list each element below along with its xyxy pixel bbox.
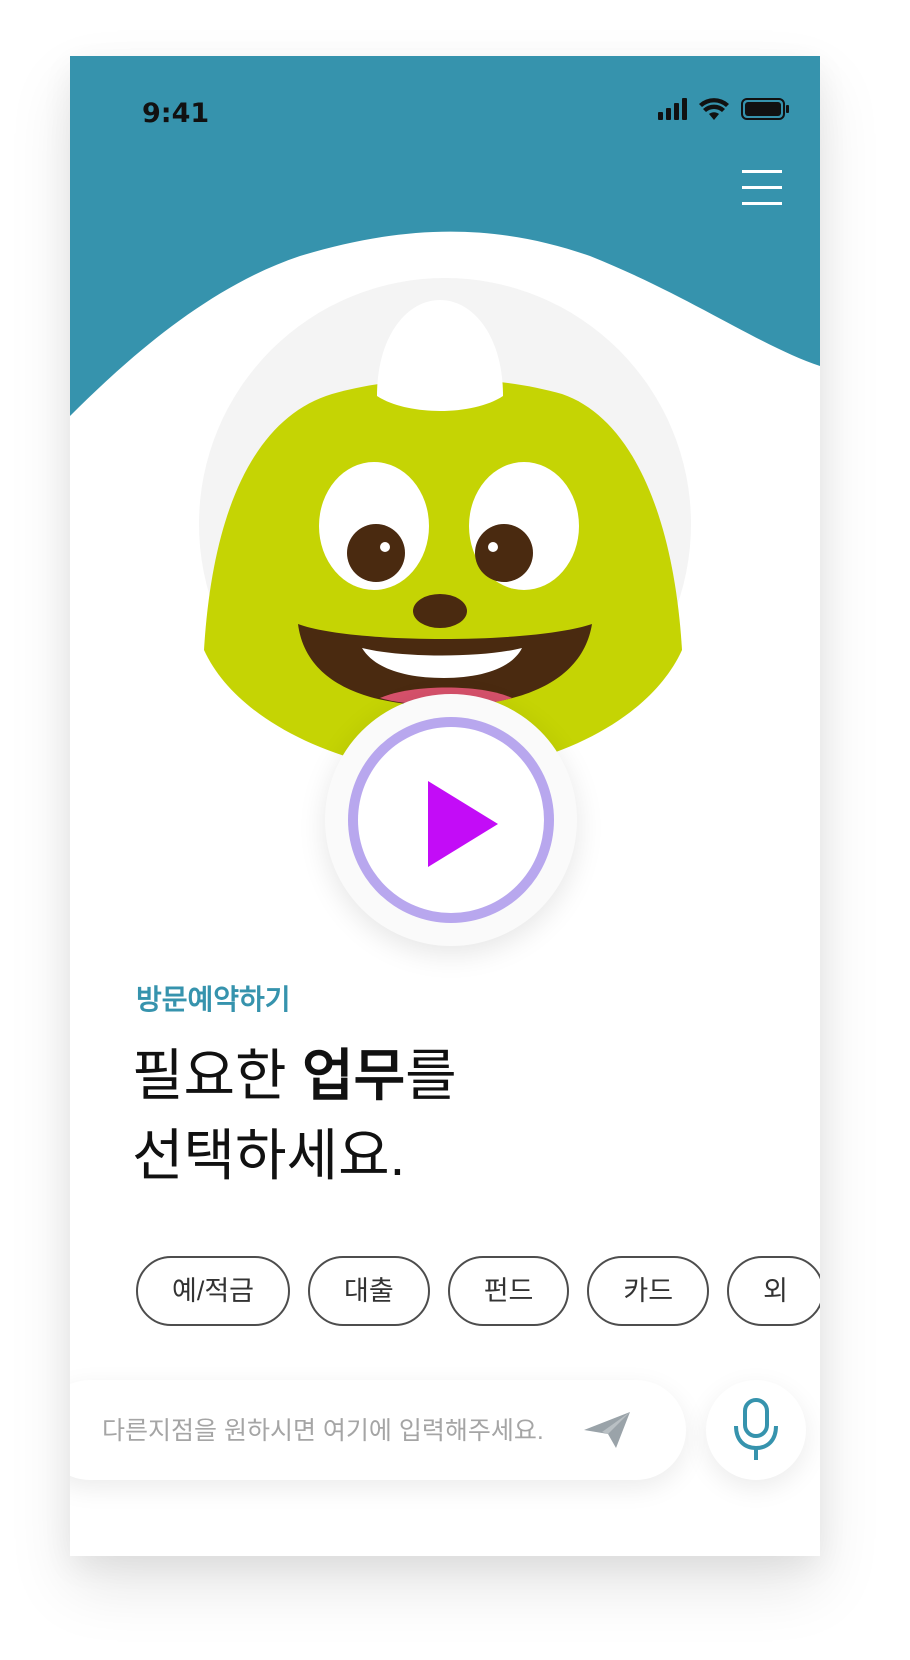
page-title: 필요한 업무를 선택하세요. [132,1036,457,1196]
status-icons [658,98,789,120]
send-icon[interactable] [582,1408,634,1452]
headline-part-2: 를 [405,1044,457,1107]
headline-bold: 업무 [302,1044,406,1107]
chip-foreign[interactable]: 외 [727,1256,820,1326]
branch-search-input[interactable] [100,1408,574,1454]
headline-part-1: 필요한 [132,1044,303,1107]
chip-deposit[interactable]: 예/적금 [136,1256,291,1326]
status-time: 9:41 [142,98,210,129]
chip-fund[interactable]: 펀드 [447,1256,570,1326]
headline-line-2: 선택하세요. [132,1124,406,1187]
section-subtitle: 방문예약하기 [136,984,291,1015]
chip-card[interactable]: 카드 [587,1256,710,1326]
microphone-icon [734,1398,778,1460]
microphone-button[interactable] [706,1380,806,1480]
hamburger-menu-icon[interactable] [742,170,786,206]
signal-icon [658,98,687,120]
wifi-icon [699,98,729,120]
battery-icon [741,98,789,120]
category-chips: 예/적금 대출 펀드 카드 외 [136,1256,820,1326]
phone-screen: 9:41 방문예약하기 필요한 업무를 선택하세요. 예/적금 대출 펀드 카드… [70,56,820,1556]
headline-line-1: 필요한 업무를 [132,1036,457,1116]
branch-search-bar [70,1380,686,1480]
chip-loan[interactable]: 대출 [308,1256,430,1326]
play-button[interactable] [325,694,577,946]
play-icon [428,781,498,867]
play-button-inner [358,727,544,913]
play-button-ring [348,717,554,923]
